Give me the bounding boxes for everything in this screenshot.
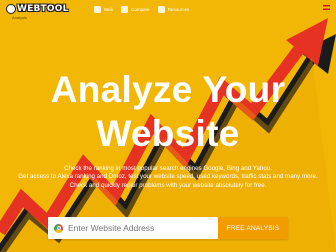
top-nav: Web Compare Resources — [94, 6, 189, 13]
search-field-wrapper — [48, 217, 218, 239]
website-search-form: FREE ANALYSIS — [48, 217, 288, 239]
nav-label: Resources — [167, 7, 190, 12]
home-icon — [94, 6, 101, 13]
description-line: Check and quickly repair problems with y… — [69, 181, 267, 189]
spanish-flag-icon[interactable] — [323, 5, 330, 10]
logo-text: WEBTOOL — [17, 4, 69, 14]
logo[interactable]: WEBTOOL Analysis — [6, 4, 69, 20]
description-line: Get access to Alexa ranking and Dmoz, te… — [18, 173, 318, 181]
nav-item-compare[interactable]: Compare — [121, 6, 150, 13]
logo-icon — [6, 4, 16, 14]
document-icon — [121, 6, 129, 13]
hero-description: Check the ranking in most popular search… — [0, 165, 336, 190]
nav-label: Web — [104, 7, 114, 12]
nav-label: Compare — [131, 7, 150, 12]
hero-title-line1: Analyze Your — [50, 69, 286, 110]
nav-item-web[interactable]: Web — [94, 6, 113, 13]
free-analysis-button[interactable]: FREE ANALYSIS — [218, 217, 288, 239]
nav-item-resources[interactable]: Resources — [157, 6, 190, 13]
chrome-icon — [54, 223, 63, 233]
logo-tagline: Analysis — [12, 15, 27, 20]
chart-icon — [157, 6, 165, 13]
description-line: Check the ranking in most popular search… — [64, 165, 272, 172]
website-address-input[interactable] — [68, 223, 218, 233]
hero-title-line2: Website — [96, 113, 240, 154]
